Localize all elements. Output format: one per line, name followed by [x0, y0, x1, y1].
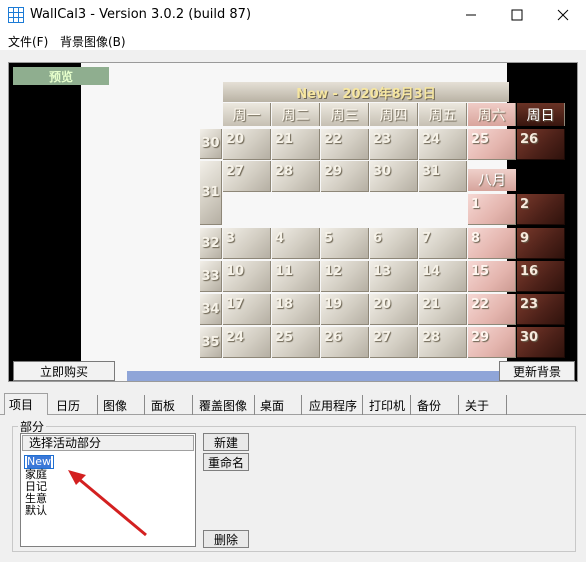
- tab-project[interactable]: 项目: [4, 393, 48, 415]
- day-cell: 30: [517, 327, 565, 358]
- maximize-button[interactable]: [494, 0, 540, 30]
- day-cell: 18: [272, 294, 320, 325]
- day-cell: 12: [321, 261, 369, 292]
- calendar-preview: 预览 New - 2020年8月3日 周一 周二 周三 周四 周五 周六 周日 30 31 32 3…: [8, 62, 578, 382]
- day-cell: 26: [321, 327, 369, 358]
- close-icon: [557, 9, 569, 21]
- tab-image[interactable]: 图像: [99, 395, 145, 415]
- title-bar: WallCal3 - Version 3.0.2 (build 87): [0, 0, 586, 30]
- day-cell: 13: [370, 261, 418, 292]
- tab-printer[interactable]: 打印机: [365, 395, 411, 415]
- day-cell: 20: [223, 129, 271, 160]
- preview-bottom-strip: [127, 371, 503, 381]
- day-cell: 30: [370, 161, 418, 192]
- tab-bar: 项目 日历 图像 面板 覆盖图像 桌面 应用程序 打印机 备份 关于: [0, 393, 586, 415]
- tab-desktop[interactable]: 桌面: [256, 395, 302, 415]
- week-number: 35: [200, 327, 222, 358]
- preview-label: 预览: [13, 67, 109, 85]
- list-item-selected[interactable]: New: [24, 455, 54, 469]
- day-cell: 27: [370, 327, 418, 358]
- preview-left-panel: [9, 63, 81, 381]
- red-arrow-annotation: [68, 470, 147, 537]
- day-cell: 23: [370, 129, 418, 160]
- day-cell: 15: [468, 261, 516, 292]
- day-cell: 8: [468, 228, 516, 259]
- tab-backup[interactable]: 备份: [413, 395, 459, 415]
- day-cell: 25: [468, 129, 516, 160]
- day-cell: 5: [321, 228, 369, 259]
- day-cell: 3: [223, 228, 271, 259]
- day-cell: 9: [517, 228, 565, 259]
- day-cell: 7: [419, 228, 467, 259]
- tab-about[interactable]: 关于: [461, 395, 507, 415]
- minimize-button[interactable]: [448, 0, 494, 30]
- day-cell: 11: [272, 261, 320, 292]
- new-button[interactable]: 新建: [203, 433, 249, 451]
- day-cell: 6: [370, 228, 418, 259]
- day-cell: 14: [419, 261, 467, 292]
- day-cell: 28: [419, 327, 467, 358]
- day-cell: 25: [272, 327, 320, 358]
- weekday-header: 周六: [468, 103, 516, 126]
- day-cell: 26: [517, 129, 565, 160]
- refresh-background-button[interactable]: 更新背景: [499, 361, 575, 381]
- tab-calendar[interactable]: 日历: [52, 395, 98, 415]
- tab-overlay-image[interactable]: 覆盖图像: [195, 395, 255, 415]
- close-button[interactable]: [540, 0, 586, 30]
- weekday-header: 周一: [223, 103, 271, 126]
- day-cell: 24: [419, 129, 467, 160]
- parts-list-header: 选择活动部分: [22, 435, 194, 451]
- day-cell: 1: [468, 194, 516, 225]
- day-cell: 22: [468, 294, 516, 325]
- day-cell: 22: [321, 129, 369, 160]
- calendar-grid-icon: [8, 7, 24, 23]
- week-number: 34: [200, 294, 222, 325]
- week-number: 31: [200, 161, 222, 225]
- day-cell: 21: [272, 129, 320, 160]
- day-cell: 29: [321, 161, 369, 192]
- day-cell: 2: [517, 194, 565, 225]
- buy-now-button[interactable]: 立即购买: [13, 361, 115, 381]
- maximize-icon: [511, 9, 523, 21]
- month-label: 八月: [468, 169, 516, 191]
- week-number: 30: [200, 129, 222, 159]
- day-cell: 19: [321, 294, 369, 325]
- weekday-header: 周日: [517, 103, 565, 126]
- day-cell: 24: [223, 327, 271, 358]
- menu-bar: 文件(F) 背景图像(B): [0, 30, 586, 50]
- week-number: 33: [200, 261, 222, 292]
- day-cell: 29: [468, 327, 516, 358]
- day-cell: 23: [517, 294, 565, 325]
- weekday-header: 周二: [272, 103, 320, 126]
- list-item[interactable]: 默认: [25, 505, 47, 517]
- day-cell: 20: [370, 294, 418, 325]
- day-cell: 16: [517, 261, 565, 292]
- day-cell: 28: [272, 161, 320, 192]
- delete-button[interactable]: 删除: [203, 530, 249, 548]
- day-cell: 4: [272, 228, 320, 259]
- minimize-icon: [466, 14, 476, 16]
- window-title: WallCal3 - Version 3.0.2 (build 87): [30, 7, 252, 22]
- tab-applications[interactable]: 应用程序: [305, 395, 363, 415]
- week-number: 32: [200, 228, 222, 259]
- day-cell: 27: [223, 161, 271, 192]
- tab-panel[interactable]: 面板: [147, 395, 193, 415]
- day-cell: 21: [419, 294, 467, 325]
- day-cell: 17: [223, 294, 271, 325]
- rename-button[interactable]: 重命名: [203, 453, 249, 471]
- menu-background-image[interactable]: 背景图像(B): [60, 33, 126, 50]
- weekday-header: 周三: [321, 103, 369, 126]
- calendar-title: New - 2020年8月3日: [223, 82, 509, 102]
- day-cell: 10: [223, 261, 271, 292]
- weekday-header: 周四: [370, 103, 418, 126]
- day-cell: 31: [419, 161, 467, 192]
- weekday-header: 周五: [419, 103, 467, 126]
- menu-file[interactable]: 文件(F): [8, 33, 48, 50]
